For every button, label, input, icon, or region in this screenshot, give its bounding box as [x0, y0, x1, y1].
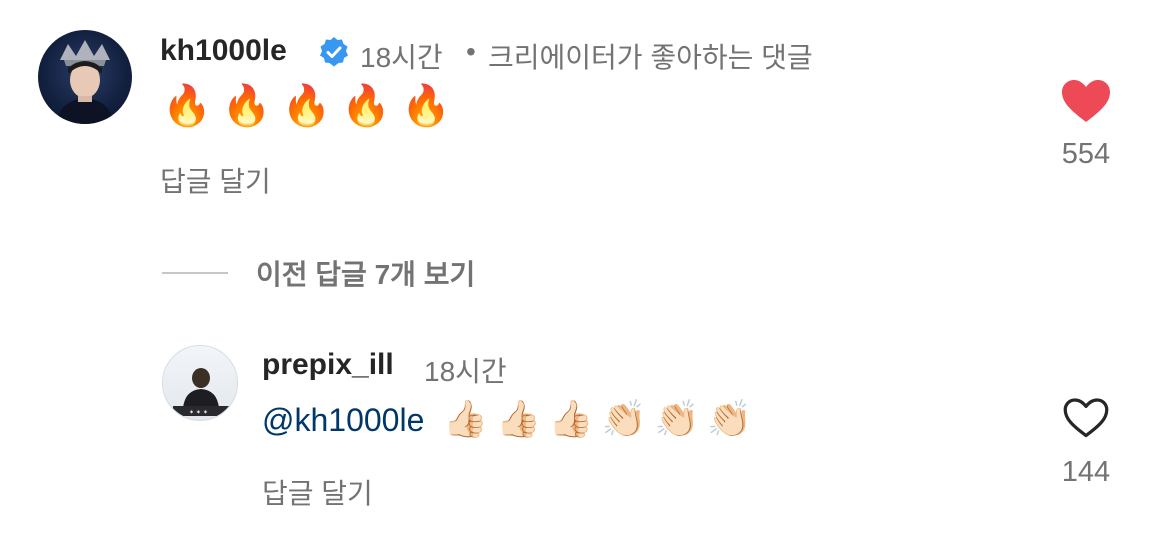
svg-text:✶ ✶ ✶: ✶ ✶ ✶	[189, 409, 208, 416]
verified-badge-icon	[318, 36, 350, 68]
reply-time: 18시간	[424, 356, 507, 387]
reply-text: 👍🏻👍🏻👍🏻👏🏻👏🏻👏🏻	[443, 399, 761, 440]
reply-avatar-image: ✶ ✶ ✶	[173, 368, 229, 416]
heart-outline-icon[interactable]	[1062, 396, 1110, 440]
meta-separator: •	[466, 36, 476, 67]
reply-body: @kh1000le 👍🏻👍🏻👍🏻👏🏻👏🏻👏🏻	[262, 398, 760, 440]
reply-avatar[interactable]: ✶ ✶ ✶	[162, 345, 238, 421]
mention-link[interactable]: @kh1000le	[262, 402, 424, 438]
creator-liked-label: 크리에이터가 좋아하는 댓글	[488, 42, 813, 73]
avatar-image	[56, 40, 114, 124]
comment-like-count: 554	[1061, 138, 1111, 170]
reply-reply-button[interactable]: 답글 달기	[262, 472, 373, 512]
heart-filled-icon[interactable]	[1060, 78, 1112, 124]
avatar[interactable]	[38, 30, 132, 124]
reply-username[interactable]: prepix_ill	[262, 348, 394, 382]
comment-username[interactable]: kh1000le	[160, 34, 287, 68]
reply-like-count: 144	[1061, 456, 1111, 488]
replies-divider	[162, 272, 228, 274]
view-previous-replies-button[interactable]: 이전 답글 7개 보기	[256, 253, 475, 293]
reply-button[interactable]: 답글 달기	[160, 160, 271, 200]
comment-text: 🔥🔥🔥🔥🔥	[162, 83, 462, 129]
comment-time: 18시간	[360, 42, 443, 73]
